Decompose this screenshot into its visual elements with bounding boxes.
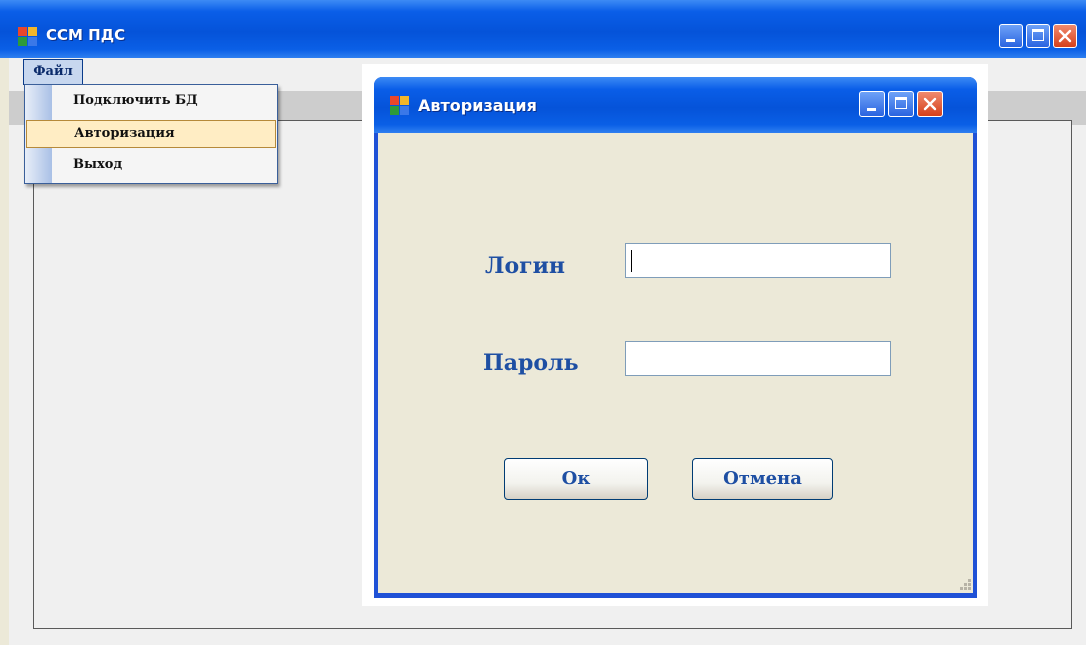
dialog-title: Авторизация [418, 96, 537, 115]
menu-file-label: Файл [33, 64, 73, 79]
close-icon [1058, 29, 1072, 43]
app-icon [390, 96, 410, 116]
close-icon [923, 97, 937, 111]
cancel-button[interactable]: Отмена [692, 458, 833, 500]
authorization-dialog: Авторизация Логин Пароль Ок Отмена [374, 77, 977, 598]
app-icon [18, 27, 38, 47]
menu-item-connect-db[interactable]: Подключить БД [26, 88, 276, 116]
dialog-minimize-button[interactable] [859, 91, 885, 117]
menu-item-label: Подключить БД [73, 93, 198, 108]
maximize-icon [895, 97, 907, 109]
close-button[interactable] [1053, 24, 1077, 48]
menu-file[interactable]: Файл [23, 59, 83, 85]
resize-grip[interactable] [958, 577, 972, 591]
menu-item-authorization[interactable]: Авторизация [26, 120, 276, 148]
dialog-titlebar[interactable]: Авторизация [374, 77, 977, 133]
dialog-close-button[interactable] [917, 91, 943, 117]
menu-item-label: Авторизация [74, 126, 175, 141]
maximize-icon [1032, 29, 1044, 41]
ok-button[interactable]: Ок [504, 458, 648, 500]
password-label: Пароль [483, 350, 579, 376]
minimize-button[interactable] [999, 24, 1023, 48]
password-field[interactable] [625, 341, 891, 376]
login-field[interactable] [625, 243, 891, 278]
text-caret [631, 250, 632, 272]
maximize-button[interactable] [1026, 24, 1050, 48]
menu-item-label: Выход [73, 157, 123, 172]
login-label: Логин [485, 253, 566, 279]
dialog-maximize-button[interactable] [888, 91, 914, 117]
dialog-body: Логин Пароль Ок Отмена [378, 133, 973, 593]
main-titlebar[interactable]: ССМ ПДС [0, 0, 1086, 58]
file-dropdown-menu: Подключить БД Авторизация Выход [24, 84, 278, 184]
menu-item-exit[interactable]: Выход [26, 152, 276, 180]
minimize-icon [867, 108, 876, 111]
main-window-title: ССМ ПДС [46, 26, 126, 44]
minimize-icon [1006, 39, 1015, 42]
